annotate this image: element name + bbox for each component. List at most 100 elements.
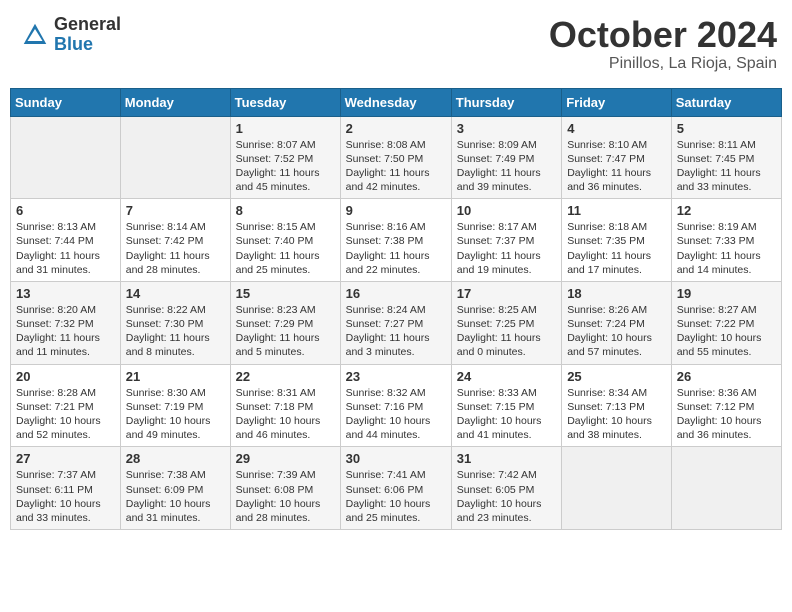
cell-content: Sunrise: 8:09 AMSunset: 7:49 PMDaylight:…: [457, 138, 556, 195]
day-number: 8: [236, 203, 335, 218]
calendar-cell: 6 Sunrise: 8:13 AMSunset: 7:44 PMDaylight…: [11, 199, 121, 282]
day-number: 5: [677, 121, 776, 136]
cell-content: Sunrise: 8:36 AMSunset: 7:12 PMDaylight:…: [677, 386, 776, 443]
cell-content: Sunrise: 7:38 AMSunset: 6:09 PMDaylight:…: [126, 468, 225, 525]
logo: General Blue: [20, 15, 121, 55]
calendar-cell: 29 Sunrise: 7:39 AMSunset: 6:08 PMDayligh…: [230, 447, 340, 530]
day-number: 26: [677, 369, 776, 384]
cell-content: Sunrise: 7:37 AMSunset: 6:11 PMDaylight:…: [16, 468, 115, 525]
calendar-cell: 19 Sunrise: 8:27 AMSunset: 7:22 PMDayligh…: [671, 281, 781, 364]
calendar-cell: [11, 116, 121, 199]
day-number: 7: [126, 203, 225, 218]
cell-content: Sunrise: 8:22 AMSunset: 7:30 PMDaylight:…: [126, 303, 225, 360]
calendar-cell: 16Sunrise: 8:24 AMSunset: 7:27 PMDayligh…: [340, 281, 451, 364]
weekday-header-thursday: Thursday: [451, 88, 561, 116]
day-number: 6: [16, 203, 115, 218]
calendar-cell: [562, 447, 672, 530]
cell-content: Sunrise: 8:27 AMSunset: 7:22 PMDaylight:…: [677, 303, 776, 360]
day-number: 12: [677, 203, 776, 218]
calendar-cell: 17Sunrise: 8:25 AMSunset: 7:25 PMDayligh…: [451, 281, 561, 364]
day-number: 18: [567, 286, 666, 301]
calendar-cell: 20 Sunrise: 8:28 AMSunset: 7:21 PMDayligh…: [11, 364, 121, 447]
cell-content: Sunrise: 8:32 AMSunset: 7:16 PMDaylight:…: [346, 386, 446, 443]
calendar-week-2: 6 Sunrise: 8:13 AMSunset: 7:44 PMDaylight…: [11, 199, 782, 282]
cell-content: Sunrise: 8:28 AMSunset: 7:21 PMDaylight:…: [16, 386, 115, 443]
calendar-week-5: 27 Sunrise: 7:37 AMSunset: 6:11 PMDayligh…: [11, 447, 782, 530]
day-number: 3: [457, 121, 556, 136]
day-number: 17: [457, 286, 556, 301]
day-number: 25: [567, 369, 666, 384]
calendar-week-3: 13 Sunrise: 8:20 AMSunset: 7:32 PMDayligh…: [11, 281, 782, 364]
day-number: 19: [677, 286, 776, 301]
calendar-cell: 2 Sunrise: 8:08 AMSunset: 7:50 PMDaylight…: [340, 116, 451, 199]
weekday-header-monday: Monday: [120, 88, 230, 116]
day-number: 31: [457, 451, 556, 466]
cell-content: Sunrise: 7:42 AMSunset: 6:05 PMDaylight:…: [457, 468, 556, 525]
day-number: 24: [457, 369, 556, 384]
day-number: 1: [236, 121, 335, 136]
calendar-cell: [671, 447, 781, 530]
logo-text: General Blue: [54, 15, 121, 55]
calendar-cell: 26 Sunrise: 8:36 AMSunset: 7:12 PMDayligh…: [671, 364, 781, 447]
weekday-header-friday: Friday: [562, 88, 672, 116]
weekday-header-row: SundayMondayTuesdayWednesdayThursdayFrid…: [11, 88, 782, 116]
day-number: 2: [346, 121, 446, 136]
weekday-header-sunday: Sunday: [11, 88, 121, 116]
calendar-cell: 7 Sunrise: 8:14 AMSunset: 7:42 PMDaylight…: [120, 199, 230, 282]
calendar-cell: 24 Sunrise: 8:33 AMSunset: 7:15 PMDayligh…: [451, 364, 561, 447]
page-header: General Blue October 2024 Pinillos, La R…: [10, 10, 782, 78]
cell-content: Sunrise: 7:39 AMSunset: 6:08 PMDaylight:…: [236, 468, 335, 525]
month-title: October 2024: [549, 15, 777, 55]
day-number: 13: [16, 286, 115, 301]
day-number: 15: [236, 286, 335, 301]
cell-content: Sunrise: 8:13 AMSunset: 7:44 PMDaylight:…: [16, 220, 115, 277]
cell-content: Sunrise: 7:41 AMSunset: 6:06 PMDaylight:…: [346, 468, 446, 525]
calendar-cell: 9Sunrise: 8:16 AMSunset: 7:38 PMDaylight…: [340, 199, 451, 282]
cell-content: Sunrise: 8:16 AMSunset: 7:38 PMDaylight:…: [346, 220, 446, 277]
cell-content: Sunrise: 8:15 AMSunset: 7:40 PMDaylight:…: [236, 220, 335, 277]
calendar-cell: 8 Sunrise: 8:15 AMSunset: 7:40 PMDaylight…: [230, 199, 340, 282]
calendar-week-1: 1 Sunrise: 8:07 AMSunset: 7:52 PMDaylight…: [11, 116, 782, 199]
cell-content: Sunrise: 8:17 AMSunset: 7:37 PMDaylight:…: [457, 220, 556, 277]
calendar-cell: 4 Sunrise: 8:10 AMSunset: 7:47 PMDaylight…: [562, 116, 672, 199]
calendar-cell: [120, 116, 230, 199]
weekday-header-wednesday: Wednesday: [340, 88, 451, 116]
weekday-header-tuesday: Tuesday: [230, 88, 340, 116]
cell-content: Sunrise: 8:23 AMSunset: 7:29 PMDaylight:…: [236, 303, 335, 360]
day-number: 10: [457, 203, 556, 218]
cell-content: Sunrise: 8:08 AMSunset: 7:50 PMDaylight:…: [346, 138, 446, 195]
cell-content: Sunrise: 8:11 AMSunset: 7:45 PMDaylight:…: [677, 138, 776, 195]
day-number: 27: [16, 451, 115, 466]
calendar-cell: 30 Sunrise: 7:41 AMSunset: 6:06 PMDayligh…: [340, 447, 451, 530]
weekday-header-saturday: Saturday: [671, 88, 781, 116]
day-number: 23: [346, 369, 446, 384]
cell-content: Sunrise: 8:31 AMSunset: 7:18 PMDaylight:…: [236, 386, 335, 443]
cell-content: Sunrise: 8:07 AMSunset: 7:52 PMDaylight:…: [236, 138, 335, 195]
calendar-cell: 21 Sunrise: 8:30 AMSunset: 7:19 PMDayligh…: [120, 364, 230, 447]
cell-content: Sunrise: 8:20 AMSunset: 7:32 PMDaylight:…: [16, 303, 115, 360]
calendar-cell: 22Sunrise: 8:31 AMSunset: 7:18 PMDayligh…: [230, 364, 340, 447]
calendar-cell: 10 Sunrise: 8:17 AMSunset: 7:37 PMDayligh…: [451, 199, 561, 282]
logo-general: General: [54, 15, 121, 35]
day-number: 4: [567, 121, 666, 136]
cell-content: Sunrise: 8:14 AMSunset: 7:42 PMDaylight:…: [126, 220, 225, 277]
calendar-cell: 23 Sunrise: 8:32 AMSunset: 7:16 PMDayligh…: [340, 364, 451, 447]
location: Pinillos, La Rioja, Spain: [549, 55, 777, 73]
cell-content: Sunrise: 8:30 AMSunset: 7:19 PMDaylight:…: [126, 386, 225, 443]
title-block: October 2024 Pinillos, La Rioja, Spain: [549, 15, 777, 73]
calendar-cell: 11Sunrise: 8:18 AMSunset: 7:35 PMDayligh…: [562, 199, 672, 282]
cell-content: Sunrise: 8:10 AMSunset: 7:47 PMDaylight:…: [567, 138, 666, 195]
day-number: 20: [16, 369, 115, 384]
calendar-cell: 27 Sunrise: 7:37 AMSunset: 6:11 PMDayligh…: [11, 447, 121, 530]
day-number: 30: [346, 451, 446, 466]
cell-content: Sunrise: 8:33 AMSunset: 7:15 PMDaylight:…: [457, 386, 556, 443]
calendar-cell: 5 Sunrise: 8:11 AMSunset: 7:45 PMDaylight…: [671, 116, 781, 199]
calendar-week-4: 20 Sunrise: 8:28 AMSunset: 7:21 PMDayligh…: [11, 364, 782, 447]
calendar-cell: 1 Sunrise: 8:07 AMSunset: 7:52 PMDaylight…: [230, 116, 340, 199]
day-number: 21: [126, 369, 225, 384]
day-number: 29: [236, 451, 335, 466]
calendar-cell: 31 Sunrise: 7:42 AMSunset: 6:05 PMDayligh…: [451, 447, 561, 530]
cell-content: Sunrise: 8:34 AMSunset: 7:13 PMDaylight:…: [567, 386, 666, 443]
calendar-cell: 28Sunrise: 7:38 AMSunset: 6:09 PMDayligh…: [120, 447, 230, 530]
calendar-cell: 18Sunrise: 8:26 AMSunset: 7:24 PMDayligh…: [562, 281, 672, 364]
